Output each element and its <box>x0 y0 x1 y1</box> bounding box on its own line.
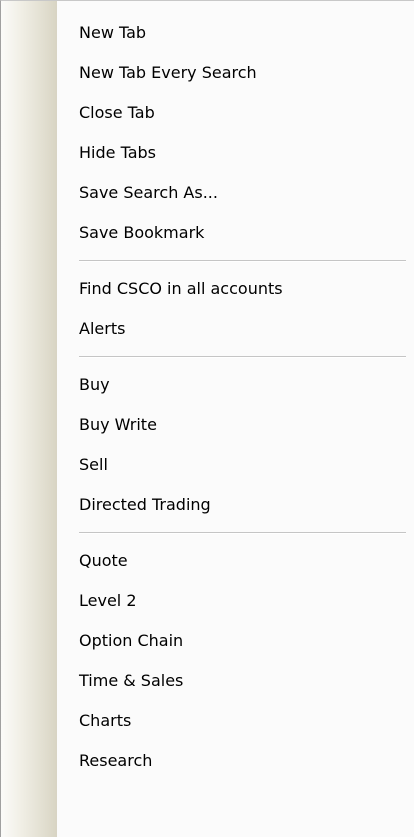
menu-item-find-in-all-accounts[interactable]: Find CSCO in all accounts <box>1 269 414 309</box>
menu-item-save-bookmark[interactable]: Save Bookmark <box>1 213 414 253</box>
menu-item-new-tab[interactable]: New Tab <box>1 13 414 53</box>
menu-item-sell[interactable]: Sell <box>1 445 414 485</box>
menu-item-quote[interactable]: Quote <box>1 541 414 581</box>
menu-items: New Tab New Tab Every Search Close Tab H… <box>1 13 414 781</box>
menu-item-level-2[interactable]: Level 2 <box>1 581 414 621</box>
menu-item-alerts[interactable]: Alerts <box>1 309 414 349</box>
context-menu: New Tab New Tab Every Search Close Tab H… <box>0 0 414 837</box>
menu-item-charts[interactable]: Charts <box>1 701 414 741</box>
menu-item-hide-tabs[interactable]: Hide Tabs <box>1 133 414 173</box>
menu-item-buy[interactable]: Buy <box>1 365 414 405</box>
menu-separator <box>1 525 414 541</box>
menu-item-new-tab-every-search[interactable]: New Tab Every Search <box>1 53 414 93</box>
menu-item-option-chain[interactable]: Option Chain <box>1 621 414 661</box>
menu-item-close-tab[interactable]: Close Tab <box>1 93 414 133</box>
menu-item-save-search-as[interactable]: Save Search As... <box>1 173 414 213</box>
menu-item-directed-trading[interactable]: Directed Trading <box>1 485 414 525</box>
menu-item-buy-write[interactable]: Buy Write <box>1 405 414 445</box>
menu-separator <box>1 253 414 269</box>
menu-item-time-and-sales[interactable]: Time & Sales <box>1 661 414 701</box>
menu-separator <box>1 349 414 365</box>
menu-item-research[interactable]: Research <box>1 741 414 781</box>
